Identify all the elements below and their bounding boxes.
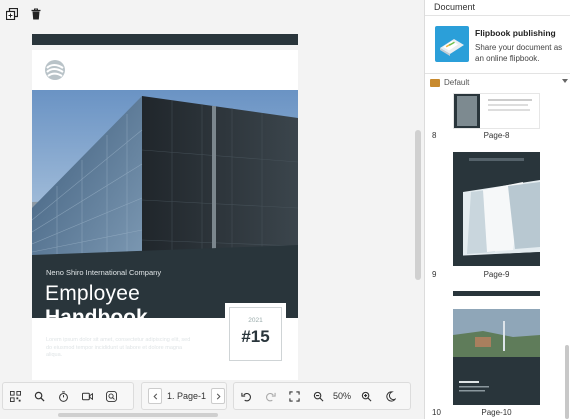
fullscreen-button[interactable]	[282, 383, 306, 409]
title-line-1: Employee	[45, 282, 140, 305]
redo-button[interactable]	[258, 383, 282, 409]
issue-number: #15	[241, 327, 270, 346]
video-button[interactable]	[75, 383, 99, 409]
flipbook-icon	[435, 26, 469, 62]
timer-button[interactable]	[51, 383, 75, 409]
zoom-out-icon	[313, 391, 323, 401]
promo-description: Share your document as an online flipboo…	[475, 43, 563, 63]
thumbnail-number: 10	[432, 408, 441, 417]
panel-title: Document	[425, 0, 570, 16]
editor-canvas: Neno Shiro International Company Employe…	[0, 0, 424, 419]
qr-code-button[interactable]	[3, 383, 27, 409]
zoom-region-icon	[105, 390, 117, 402]
canvas-horizontal-scrollbar[interactable]	[58, 413, 218, 417]
zoom-level[interactable]: 50%	[330, 391, 354, 401]
previous-page-edge	[32, 34, 298, 45]
next-page-button[interactable]	[211, 388, 226, 404]
duplicate-icon	[6, 8, 18, 20]
search-icon	[34, 391, 45, 402]
folder-default[interactable]: Default	[430, 78, 568, 87]
document-panel: Document Flipbook publishing Share your …	[424, 0, 570, 419]
zoom-out-button[interactable]	[306, 383, 330, 409]
thumbnail-label: Page-9	[483, 270, 510, 279]
duplicate-page-button[interactable]	[2, 4, 22, 24]
search-button[interactable]	[27, 383, 51, 409]
thumbnail-number: 9	[432, 270, 437, 279]
chevron-left-icon	[152, 393, 157, 399]
thumbnail-page-10[interactable]	[453, 291, 540, 405]
title-line-2: Handbook	[45, 306, 148, 329]
flipbook-promo[interactable]: Flipbook publishing Share your document …	[435, 26, 567, 68]
page-tools	[0, 4, 46, 24]
thumbnail-page-9[interactable]	[453, 152, 540, 266]
redo-icon	[265, 392, 276, 401]
zoom-region-button[interactable]	[99, 383, 123, 409]
view-group: 50%	[233, 382, 411, 410]
thumbnail-page-8[interactable]	[453, 93, 540, 129]
panel-scrollbar[interactable]	[565, 345, 569, 419]
folder-icon	[430, 78, 440, 87]
issue-year: 2021	[248, 317, 263, 324]
zoom-in-button[interactable]	[354, 383, 378, 409]
fullscreen-icon	[288, 390, 300, 402]
issue-box: 2021 #15	[225, 303, 286, 365]
app-window: Neno Shiro International Company Employe…	[0, 0, 570, 419]
document-page[interactable]: Neno Shiro International Company Employe…	[32, 50, 298, 380]
qr-code-icon	[9, 390, 21, 402]
panel-divider	[425, 73, 570, 74]
video-icon	[81, 392, 93, 400]
trash-icon	[31, 8, 41, 20]
intro-text: Lorem ipsum dolor sit amet, consectetur …	[46, 337, 191, 358]
caret-down-icon[interactable]	[562, 79, 568, 83]
promo-title: Flipbook publishing	[475, 28, 556, 38]
thumbnail-label: Page-8	[483, 131, 510, 140]
moon-icon	[385, 390, 396, 402]
undo-button[interactable]	[234, 383, 258, 409]
delete-page-button[interactable]	[26, 4, 46, 24]
page-indicator[interactable]: 1. Page-1	[162, 391, 211, 401]
undo-icon	[240, 392, 251, 401]
dark-mode-button[interactable]	[378, 383, 402, 409]
thumbnail-label: Page-10	[481, 408, 512, 417]
pager-group: 1. Page-1	[141, 382, 227, 410]
chevron-right-icon	[216, 393, 221, 399]
previous-page-button[interactable]	[148, 388, 162, 404]
tools-group	[2, 382, 134, 410]
canvas-vertical-scrollbar[interactable]	[415, 130, 421, 280]
folder-label: Default	[444, 78, 470, 87]
zoom-in-icon	[361, 391, 371, 401]
company-name: Neno Shiro International Company	[46, 268, 162, 277]
thumbnail-number: 8	[432, 131, 437, 140]
stopwatch-icon	[58, 390, 68, 402]
company-logo-icon	[45, 60, 65, 80]
